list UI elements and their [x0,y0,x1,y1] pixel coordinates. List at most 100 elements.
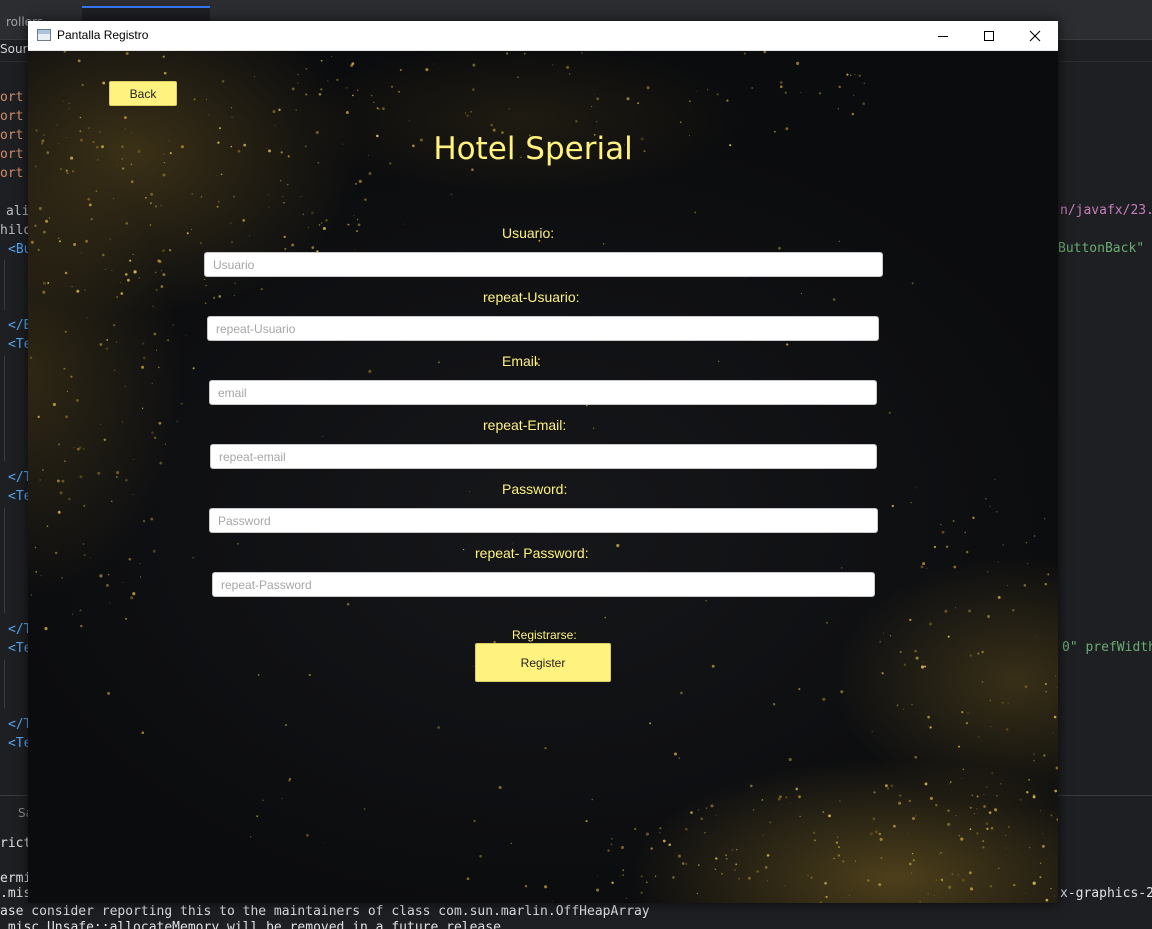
gold-speckle [783,885,785,887]
gold-speckle [323,842,325,844]
gold-speckle [345,110,349,115]
gold-speckle [915,815,917,817]
gold-speckle [220,173,223,176]
gold-speckle [130,180,134,184]
gold-speckle [822,697,826,701]
gold-speckle [948,783,950,785]
gold-speckle [95,190,98,192]
gold-speckle [218,127,221,130]
gold-speckle [154,205,157,208]
gold-speckle [726,99,729,102]
gold-speckle [160,270,162,272]
gold-speckle [79,609,82,612]
gold-speckle [89,556,91,558]
gold-speckle [655,875,657,877]
gold-speckle [610,843,613,846]
gold-speckle [508,108,510,110]
gold-speckle [920,665,925,669]
gold-speckle [763,51,767,54]
gold-speckle [149,224,152,226]
gold-speckle [626,97,630,101]
gold-speckle [123,116,127,120]
gold-speckle [297,82,299,84]
console-line: ase consider reporting this to the maint… [0,904,650,919]
gold-speckle [256,815,259,818]
gold-speckle [308,673,311,677]
gold-speckle [969,654,972,657]
gold-speckle [596,875,598,877]
repeat-usuario-input[interactable] [207,316,879,341]
maximize-button[interactable] [966,21,1012,51]
gold-speckle [659,832,661,834]
gold-speckle [968,609,972,613]
gold-speckle [798,688,801,691]
gold-speckle [398,90,401,93]
gold-speckle [957,745,961,748]
gold-speckle [289,777,292,780]
repeat-password-input[interactable] [212,572,875,597]
gold-speckle [668,843,671,847]
back-button[interactable]: Back [109,81,177,106]
gold-speckle [649,722,652,725]
gold-speckle [217,200,220,203]
gold-speckle [969,806,972,809]
gold-speckle [437,361,440,364]
gold-speckle [751,86,754,90]
password-input[interactable] [209,508,878,533]
repeat-email-input[interactable] [210,444,877,469]
register-button[interactable]: Register [475,643,611,682]
gold-speckle [822,811,825,813]
gold-speckle [153,436,157,440]
gold-speckle [281,798,283,800]
gold-speckle [71,170,75,173]
gold-speckle [64,271,68,275]
gold-speckle [45,219,49,223]
gold-speckle [307,226,310,228]
gold-speckle [912,852,914,855]
gold-speckle [788,757,792,762]
minimize-button[interactable] [920,21,966,51]
gold-speckle [88,127,90,129]
gold-speckle [63,51,67,53]
title-bar[interactable]: Pantalla Registro [28,21,1058,51]
gold-speckle [940,852,942,854]
gold-speckle [846,73,849,76]
gold-speckle [1007,702,1009,704]
gold-speckle [679,121,682,123]
gold-speckle [100,424,101,426]
gold-speckle [35,570,38,573]
code-import-lines: ort [0,145,23,164]
gold-speckle [133,270,137,274]
gold-speckle [320,59,323,62]
gold-speckle [718,360,720,362]
gold-speckle [172,324,174,326]
code-line: ort [0,166,24,181]
close-button[interactable] [1012,21,1058,51]
gold-speckle [167,339,170,342]
email-input[interactable] [209,380,877,405]
usuario-input[interactable] [204,252,883,277]
gold-speckle [957,874,959,876]
gold-speckle [83,448,85,450]
gold-speckle [1005,834,1007,836]
gold-speckle [354,248,356,250]
gold-speckle [257,674,260,676]
gold-speckle [838,240,840,243]
gold-speckle [318,93,322,96]
gold-speckle [714,868,717,871]
gold-speckle [325,219,328,222]
gold-speckle [216,175,218,177]
gold-speckle [157,366,160,369]
gold-speckle [990,725,992,728]
gold-speckle [105,583,109,587]
gold-speckle [129,259,132,262]
gold-speckle [602,243,605,245]
repeat-password-label: repeat- Password: [475,545,589,561]
gold-speckle [30,594,33,596]
gold-speckle [130,596,134,600]
gold-speckle [960,837,964,841]
gold-speckle [922,661,924,663]
gold-speckle [466,114,469,117]
gold-speckle [1055,766,1058,770]
gold-speckle [128,557,132,561]
